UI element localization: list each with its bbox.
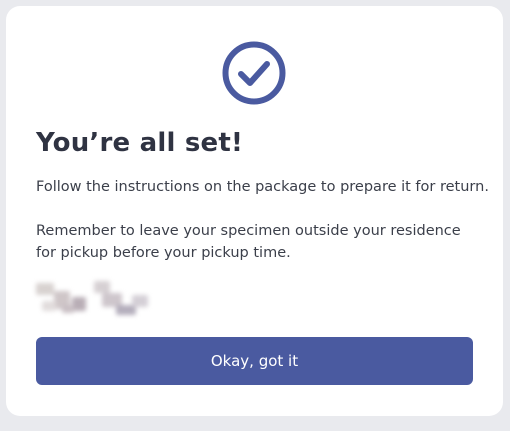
redacted-info bbox=[32, 277, 162, 319]
confirmation-dialog: You’re all set! Follow the instructions … bbox=[6, 6, 503, 416]
check-circle-icon bbox=[221, 40, 287, 106]
instructions-text: Follow the instructions on the package t… bbox=[36, 179, 489, 195]
okay-got-it-button[interactable]: Okay, got it bbox=[36, 337, 473, 385]
dialog-title: You’re all set! bbox=[36, 128, 244, 158]
pickup-reminder-text: Remember to leave your specimen outside … bbox=[36, 223, 461, 261]
